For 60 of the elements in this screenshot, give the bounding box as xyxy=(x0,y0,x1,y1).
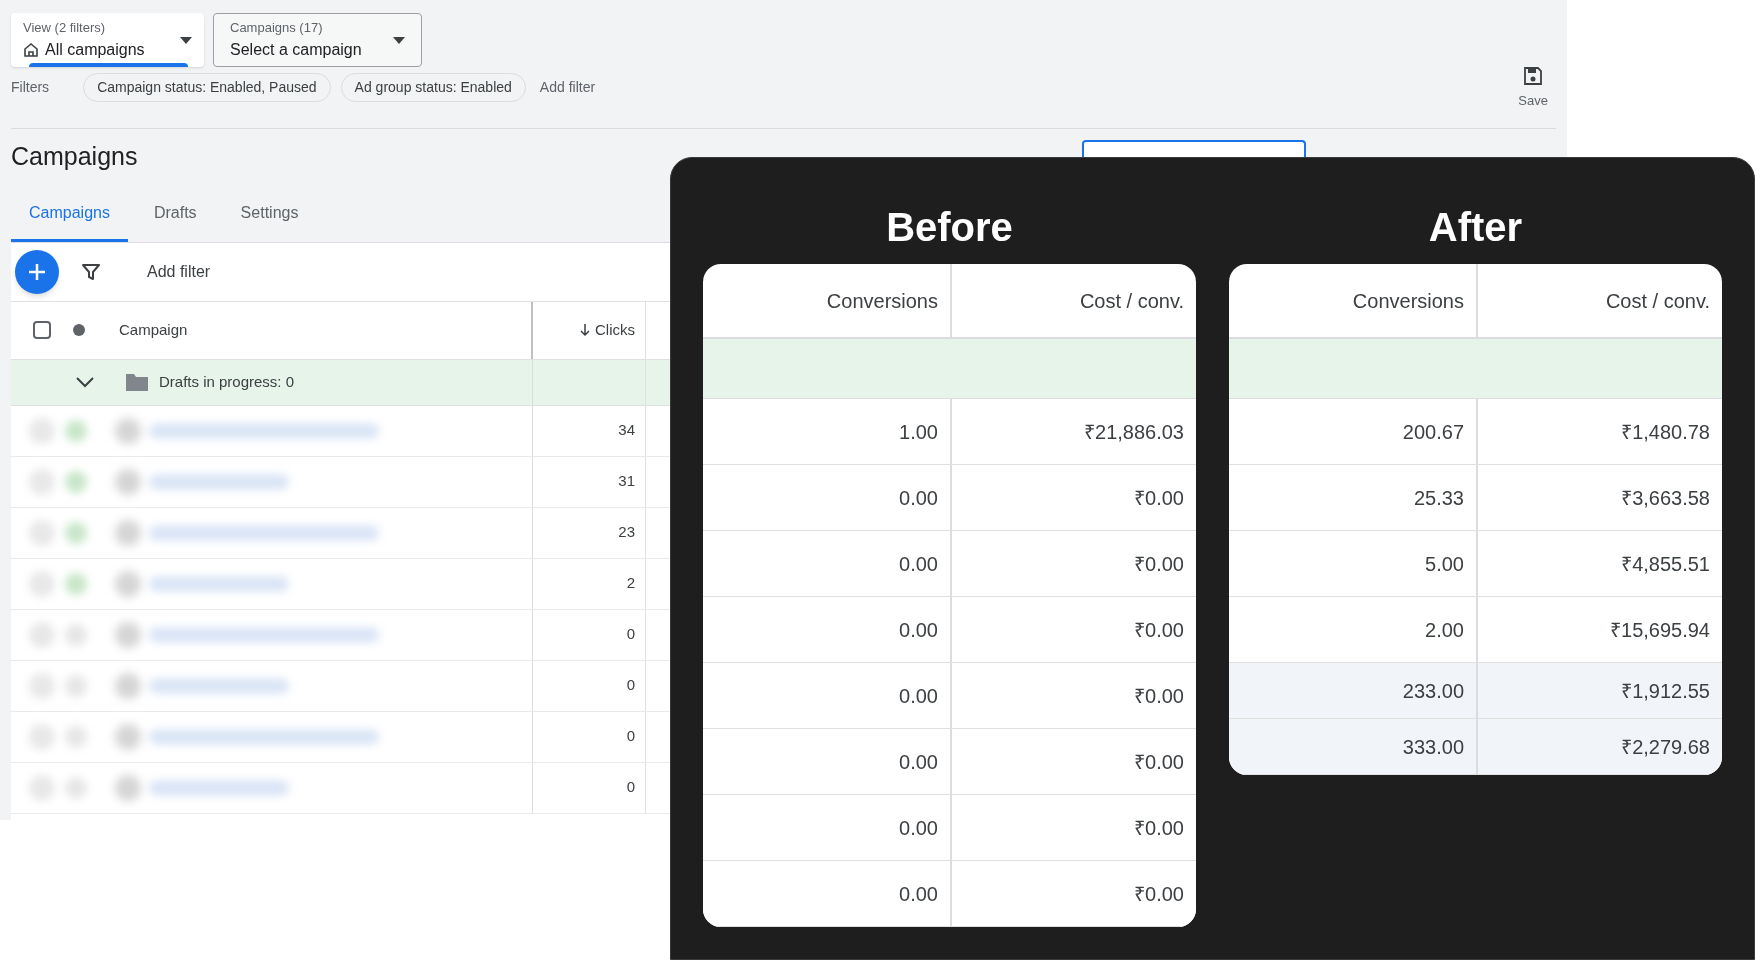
table-cell-text: ₹2,279.68 xyxy=(1620,734,1711,760)
filter-chip[interactable]: Campaign status: Enabled, Paused xyxy=(83,73,331,102)
table-cell: 0 xyxy=(533,711,646,762)
table-cell-text: ₹21,886.03 xyxy=(1083,419,1185,445)
tab[interactable]: Drafts xyxy=(135,194,215,242)
dropdown-label: View (2 filters) xyxy=(23,19,107,38)
column-header: Cost / conv. xyxy=(1078,288,1185,314)
table-cell: 31 xyxy=(533,456,646,507)
add-filter-link[interactable]: Add filter xyxy=(539,77,596,98)
column-header: Conversions xyxy=(703,264,952,337)
table-cell: 34 xyxy=(533,405,646,456)
dropdown-value: Select a campaign xyxy=(230,39,363,60)
table-cell-text: ₹4,855.51 xyxy=(1620,551,1711,577)
column-header[interactable]: Clicks xyxy=(595,318,635,342)
dropdown-value: All campaigns xyxy=(45,39,145,60)
table-cell: 0 xyxy=(533,762,646,813)
folder-icon xyxy=(125,372,149,392)
table-cell-text: ₹0.00 xyxy=(1133,617,1185,643)
dropdown-caret-icon xyxy=(180,36,192,44)
panel-title: After xyxy=(1428,204,1523,251)
table-cell: 0 xyxy=(533,609,646,660)
select-all-checkbox[interactable] xyxy=(33,321,51,339)
group-row-label: Drafts in progress: 0 xyxy=(159,371,295,392)
home-icon xyxy=(23,41,39,58)
add-button[interactable] xyxy=(15,249,59,294)
filter-icon[interactable] xyxy=(81,261,101,282)
table-cell-text: ₹3,663.58 xyxy=(1620,485,1711,511)
add-filter-link[interactable]: Add filter xyxy=(147,259,211,284)
save-icon[interactable] xyxy=(1522,65,1545,87)
table-cell-text: ₹1,480.78 xyxy=(1620,419,1711,445)
expand-chevron-icon[interactable] xyxy=(75,376,95,388)
page-title: Campaigns xyxy=(11,140,138,171)
column-header: Conversions xyxy=(1229,264,1478,337)
column-header: Campaign xyxy=(119,319,188,340)
table-cell: 23 xyxy=(533,507,646,558)
filter-chip[interactable]: Ad group status: Enabled xyxy=(340,73,526,102)
tab[interactable]: Settings xyxy=(222,194,317,242)
view-dropdown[interactable]: View (2 filters) All campaigns xyxy=(11,13,204,67)
table-cell-text: ₹0.00 xyxy=(1133,485,1185,511)
panel-title: Before xyxy=(886,204,1013,251)
table-cell-text: ₹0.00 xyxy=(1133,551,1185,577)
table-cell-text: ₹15,695.94 xyxy=(1609,617,1711,643)
table-cell-text: ₹0.00 xyxy=(1133,683,1185,709)
table-cell-text: ₹0.00 xyxy=(1133,815,1185,841)
date-range-field[interactable] xyxy=(1082,139,1306,158)
table-cell-text: ₹0.00 xyxy=(1133,749,1185,775)
filters-label: Filters xyxy=(11,78,50,97)
table-cell: 333.00 xyxy=(1229,719,1478,774)
status-dot-icon xyxy=(72,323,86,337)
campaign-dropdown[interactable]: Campaigns (17) Select a campaign xyxy=(213,13,422,67)
table-cell-text: ₹0.00 xyxy=(1133,881,1185,907)
column-header: Cost / conv. xyxy=(1604,288,1711,314)
table-cell: 0 xyxy=(533,660,646,711)
sort-down-arrow-icon xyxy=(579,323,591,337)
dropdown-label: Campaigns (17) xyxy=(230,19,324,38)
table-cell-text: ₹1,912.55 xyxy=(1620,678,1711,704)
table-cell: 2 xyxy=(533,558,646,609)
save-label: Save xyxy=(1518,92,1548,110)
dropdown-caret-icon xyxy=(393,36,405,44)
table-cell: 0.00 xyxy=(703,861,952,926)
